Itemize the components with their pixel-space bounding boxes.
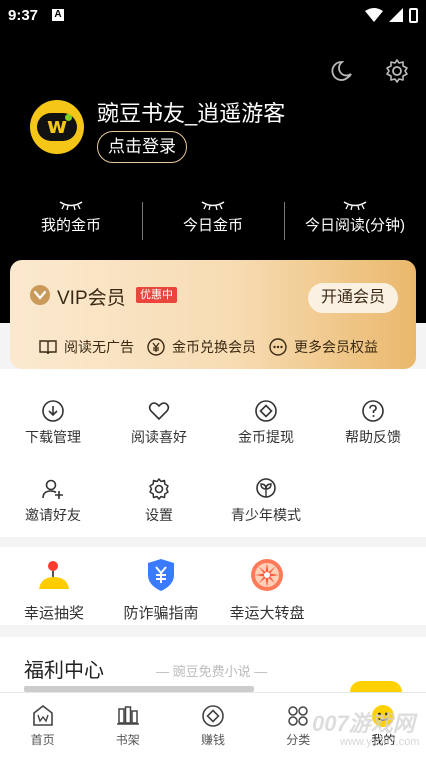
benefit-label: 金币兑换会员 bbox=[172, 339, 256, 355]
grid-item-label: 金币提现 bbox=[238, 429, 294, 445]
tab-label: 分类 bbox=[286, 733, 311, 747]
lottery-icon bbox=[39, 561, 69, 589]
activity-anti-fraud[interactable]: 防诈骗指南 bbox=[120, 557, 202, 623]
grid-item-label: 设置 bbox=[145, 507, 173, 523]
benefit-coin-exchange[interactable]: 金币兑换会员 bbox=[146, 337, 256, 357]
eye-closed-icon bbox=[343, 201, 367, 211]
book-icon bbox=[39, 340, 57, 355]
yen-coin-icon bbox=[147, 338, 165, 356]
shield-yen-icon bbox=[148, 559, 174, 591]
grid-item-label: 邀请好友 bbox=[25, 507, 81, 523]
stat-today-reading[interactable]: 今日阅读(分钟) bbox=[284, 198, 426, 240]
login-button[interactable]: 点击登录 bbox=[97, 131, 187, 163]
stat-today-coins[interactable]: 今日金币 bbox=[142, 198, 284, 240]
watermark-text: 007游戏网 bbox=[312, 711, 415, 736]
more-icon bbox=[269, 338, 287, 356]
activity-label: 防诈骗指南 bbox=[123, 605, 199, 622]
signal-icon bbox=[389, 8, 403, 22]
activity-panel: 幸运抽奖 防诈骗指南 幸运大转盘 bbox=[0, 547, 426, 625]
vip-promo-badge: 优惠中 bbox=[136, 287, 177, 303]
stat-my-coins[interactable]: 我的金币 bbox=[0, 198, 142, 235]
username[interactable]: 豌豆书友_逍遥游客 bbox=[97, 96, 285, 128]
activity-label: 幸运抽奖 bbox=[23, 605, 84, 622]
gear-icon bbox=[149, 478, 169, 500]
bookshelf-icon bbox=[116, 706, 139, 725]
eye-closed-icon bbox=[59, 201, 83, 211]
welfare-title: 福利中心 bbox=[24, 660, 104, 682]
stat-label: 我的金币 bbox=[40, 217, 101, 234]
stat-label: 今日金币 bbox=[182, 217, 243, 234]
stat-label: 今日阅读(分钟) bbox=[305, 217, 405, 234]
gear-icon[interactable] bbox=[384, 58, 410, 84]
eye-closed-icon bbox=[201, 201, 225, 211]
stats-row: 我的金币 今日金币 今日阅读(分钟) bbox=[0, 198, 426, 240]
grid-item-invite[interactable]: 邀请好友 bbox=[0, 477, 106, 525]
heart-icon bbox=[148, 402, 170, 421]
category-icon bbox=[288, 706, 308, 726]
welfare-subtitle: — 豌豆免费小说 — bbox=[156, 664, 268, 679]
grid-item-label: 青少年模式 bbox=[231, 507, 301, 523]
add-user-icon bbox=[42, 479, 63, 499]
download-icon bbox=[42, 400, 64, 422]
tab-label: 首页 bbox=[30, 733, 55, 747]
wheel-icon bbox=[251, 559, 283, 591]
grid-item-label: 帮助反馈 bbox=[345, 429, 401, 445]
battery-icon bbox=[409, 7, 418, 23]
tab-label: 赚钱 bbox=[201, 733, 226, 747]
help-icon bbox=[362, 400, 384, 422]
status-time: 9:37 bbox=[8, 6, 39, 24]
coin-icon bbox=[255, 400, 277, 422]
tab-label: 书架 bbox=[115, 733, 140, 747]
sim-icon: A bbox=[52, 9, 65, 21]
activity-lucky-wheel[interactable]: 幸运大转盘 bbox=[228, 557, 306, 623]
benefit-no-ads[interactable]: 阅读无广告 bbox=[38, 337, 134, 357]
vip-chevron-icon bbox=[30, 285, 50, 305]
grid-item-withdraw[interactable]: 金币提现 bbox=[213, 399, 319, 447]
earn-icon bbox=[202, 705, 224, 727]
grid-item-youth-mode[interactable]: 青少年模式 bbox=[213, 477, 319, 525]
grid-item-label: 阅读喜好 bbox=[131, 429, 187, 445]
sign-in-button[interactable] bbox=[350, 681, 402, 692]
grid-item-help[interactable]: 帮助反馈 bbox=[320, 399, 426, 447]
activity-lucky-draw[interactable]: 幸运抽奖 bbox=[22, 557, 86, 623]
watermark: 007游戏网 www.yx007.com bbox=[312, 706, 424, 754]
vip-title: VIP会员 bbox=[57, 288, 126, 309]
welfare-center: 福利中心 — 豌豆免费小说 — bbox=[0, 637, 426, 692]
benefit-label: 阅读无广告 bbox=[64, 339, 134, 355]
grid-item-label: 下载管理 bbox=[25, 429, 81, 445]
grid-item-reading-prefs[interactable]: 阅读喜好 bbox=[106, 399, 212, 447]
status-bar: 9:37 A bbox=[0, 0, 426, 30]
grid-item-settings[interactable]: 设置 bbox=[106, 477, 212, 525]
sprout-icon bbox=[256, 478, 276, 498]
open-vip-button[interactable]: 开通会员 bbox=[308, 283, 398, 313]
watermark-url: www.yx007.com bbox=[340, 736, 420, 748]
benefit-more[interactable]: 更多会员权益 bbox=[268, 337, 378, 357]
night-mode-icon[interactable] bbox=[330, 58, 356, 84]
wifi-icon bbox=[365, 8, 383, 22]
home-icon bbox=[32, 704, 53, 726]
tab-home[interactable]: 首页 bbox=[0, 693, 85, 757]
avatar[interactable]: w bbox=[30, 100, 84, 154]
tools-grid: 下载管理 阅读喜好 金币提现 帮助反馈 邀请好友 设置 青少年模式 bbox=[0, 369, 426, 537]
grid-item-download[interactable]: 下载管理 bbox=[0, 399, 106, 447]
tab-bookshelf[interactable]: 书架 bbox=[85, 693, 170, 757]
activity-label: 幸运大转盘 bbox=[229, 605, 305, 622]
tab-earn[interactable]: 赚钱 bbox=[170, 693, 255, 757]
vip-card[interactable]: VIP会员 优惠中 开通会员 阅读无广告 金币兑换会员 更多会员权益 bbox=[10, 260, 416, 369]
benefit-label: 更多会员权益 bbox=[294, 339, 378, 355]
